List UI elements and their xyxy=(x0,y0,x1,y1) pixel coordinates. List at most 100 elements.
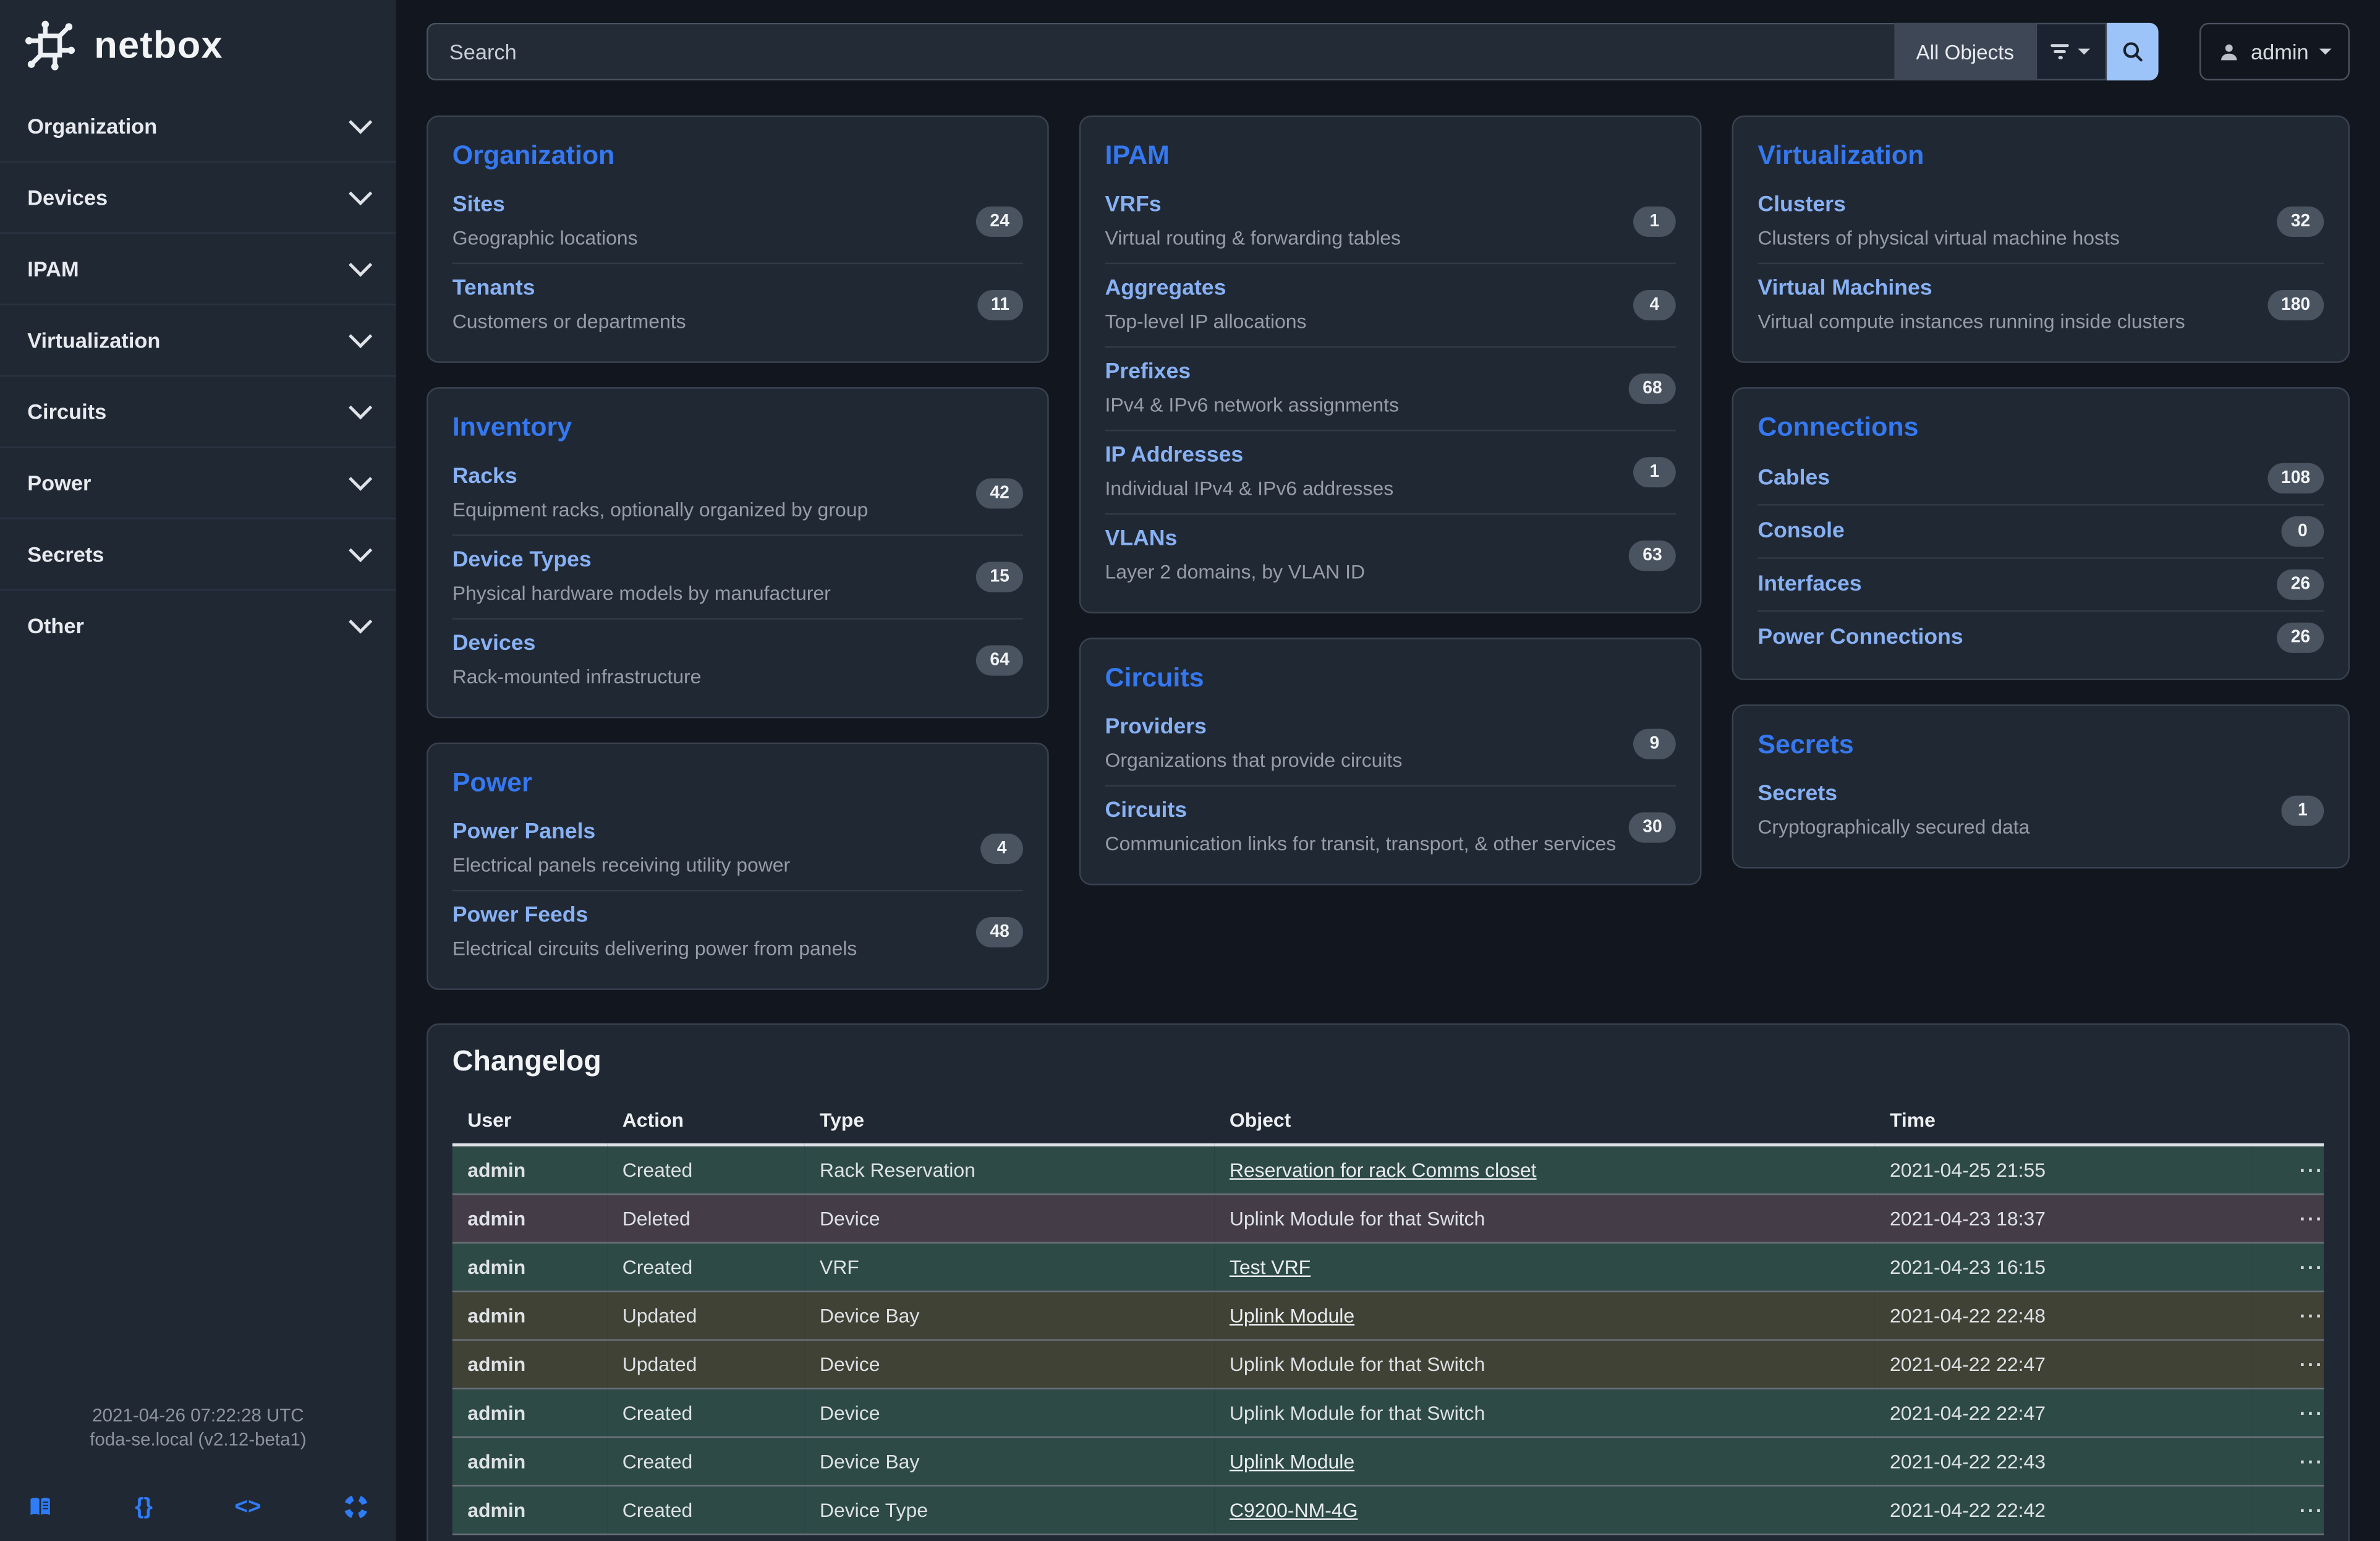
virtual-machines-link[interactable]: Virtual Machines xyxy=(1757,275,1932,304)
row-time: 2021-04-25 21:55 xyxy=(1874,1145,2251,1194)
card-item-device-types: Device Types Physical hardware models by… xyxy=(453,534,1023,618)
vrfs-link[interactable]: VRFs xyxy=(1105,191,1162,220)
power-connections-link[interactable]: Power Connections xyxy=(1757,623,1963,652)
row-menu-button[interactable]: ··· xyxy=(2300,1257,2324,1277)
aggregates-link[interactable]: Aggregates xyxy=(1105,275,1226,304)
count-badge: 180 xyxy=(2267,289,2324,320)
sidebar-item-power[interactable]: Power xyxy=(0,446,396,518)
prefixes-link[interactable]: Prefixes xyxy=(1105,358,1191,387)
item-description: Top-level IP allocations xyxy=(1105,308,1633,334)
object-link[interactable]: Test VRF xyxy=(1230,1256,1311,1279)
sidebar-item-ipam[interactable]: IPAM xyxy=(0,233,396,304)
count-badge: 4 xyxy=(1633,289,1676,320)
docs-book-icon[interactable] xyxy=(27,1494,53,1520)
card-item-vlans: VLANs Layer 2 domains, by VLAN ID 63 xyxy=(1105,513,1676,597)
help-lifering-icon[interactable] xyxy=(343,1494,369,1520)
count-badge: 9 xyxy=(1633,728,1676,758)
search-icon xyxy=(2120,40,2144,64)
changelog-panel: Changelog User Action Type Object Time xyxy=(427,1023,2350,1541)
object-link[interactable]: Uplink Module xyxy=(1230,1450,1354,1473)
row-time: 2021-04-22 22:47 xyxy=(1874,1340,2251,1389)
clusters-link[interactable]: Clusters xyxy=(1757,191,1845,220)
sidebar-item-secrets[interactable]: Secrets xyxy=(0,518,396,589)
item-description: Electrical circuits delivering power fro… xyxy=(453,936,977,962)
console-connections-link[interactable]: Console xyxy=(1757,517,1844,546)
ip-addresses-link[interactable]: IP Addresses xyxy=(1105,442,1244,471)
dashboard-cards: Organization Sites Geographic locations … xyxy=(396,80,2380,990)
sidebar-item-organization[interactable]: Organization xyxy=(0,91,396,161)
object-link[interactable]: Uplink Module xyxy=(1230,1304,1354,1327)
card-item-ip-addresses: IP Addresses Individual IPv4 & IPv6 addr… xyxy=(1105,430,1676,513)
card-title: Inventory xyxy=(453,410,1023,443)
vlans-link[interactable]: VLANs xyxy=(1105,526,1178,555)
racks-link[interactable]: Racks xyxy=(453,463,517,492)
col-time: Time xyxy=(1874,1098,2251,1145)
circuits-link[interactable]: Circuits xyxy=(1105,797,1188,826)
sidebar-item-other[interactable]: Other xyxy=(0,589,396,660)
card-virtualization: Virtualization Clusters Clusters of phys… xyxy=(1732,116,2350,363)
row-user: admin xyxy=(453,1145,607,1194)
netbox-dashboard: netbox Organization Devices IPAM Virtual… xyxy=(0,0,2380,1541)
sidebar-item-devices[interactable]: Devices xyxy=(0,161,396,232)
device-types-link[interactable]: Device Types xyxy=(453,547,592,576)
search-submit-button[interactable] xyxy=(2107,23,2158,80)
sidebar-item-label: Secrets xyxy=(27,542,104,566)
row-menu-button[interactable]: ··· xyxy=(2300,1500,2324,1520)
row-menu-button[interactable]: ··· xyxy=(2300,1160,2324,1180)
count-badge: 30 xyxy=(1629,811,1676,842)
power-panels-link[interactable]: Power Panels xyxy=(453,818,596,847)
user-icon xyxy=(2217,40,2240,63)
sidebar-item-label: Organization xyxy=(27,114,157,138)
filter-dropdown-button[interactable] xyxy=(2035,23,2106,80)
cards-column-2: IPAM VRFs Virtual routing & forwarding t… xyxy=(1079,116,1702,990)
card-item-providers: Providers Organizations that provide cir… xyxy=(1105,703,1676,785)
row-action: Created xyxy=(607,1486,804,1535)
item-description: Individual IPv4 & IPv6 addresses xyxy=(1105,476,1633,502)
sidebar-item-virtualization[interactable]: Virtualization xyxy=(0,304,396,375)
chevron-down-icon xyxy=(349,396,372,419)
row-time: 2021-04-22 22:42 xyxy=(1874,1486,2251,1535)
search-input[interactable] xyxy=(427,23,1895,80)
card-item-devices: Devices Rack-mounted infrastructure 64 xyxy=(453,618,1023,701)
secrets-link[interactable]: Secrets xyxy=(1757,780,1837,809)
count-badge: 32 xyxy=(2277,206,2324,236)
card-title: Organization xyxy=(453,138,1023,171)
cables-link[interactable]: Cables xyxy=(1757,464,1830,493)
devices-link[interactable]: Devices xyxy=(453,630,536,659)
row-menu-button[interactable]: ··· xyxy=(2300,1354,2324,1374)
providers-link[interactable]: Providers xyxy=(1105,714,1207,743)
item-description: Customers or departments xyxy=(453,308,977,334)
card-item-cables: Cables 108 xyxy=(1757,453,2324,504)
cards-column-1: Organization Sites Geographic locations … xyxy=(427,116,1049,990)
sidebar: netbox Organization Devices IPAM Virtual… xyxy=(0,0,396,1541)
row-menu-button[interactable]: ··· xyxy=(2300,1451,2324,1471)
user-menu-button[interactable]: admin xyxy=(2199,23,2350,80)
count-badge: 63 xyxy=(1629,540,1676,570)
row-action: Updated xyxy=(607,1340,804,1389)
sidebar-nav: Organization Devices IPAM Virtualization… xyxy=(0,91,396,660)
count-badge: 48 xyxy=(976,916,1023,947)
item-description: Layer 2 domains, by VLAN ID xyxy=(1105,559,1630,585)
col-type: Type xyxy=(804,1098,1214,1145)
object-link[interactable]: C9200-NM-4G xyxy=(1230,1498,1358,1521)
sites-link[interactable]: Sites xyxy=(453,191,505,220)
api-braces-icon[interactable]: {} xyxy=(135,1494,153,1520)
brand-home-link[interactable]: netbox xyxy=(0,0,396,91)
interfaces-link[interactable]: Interfaces xyxy=(1757,570,1861,599)
row-menu-button[interactable]: ··· xyxy=(2300,1208,2324,1228)
search-scope-selector[interactable]: All Objects xyxy=(1895,23,2035,80)
row-action: Created xyxy=(607,1388,804,1437)
tenants-link[interactable]: Tenants xyxy=(453,275,535,304)
sidebar-item-circuits[interactable]: Circuits xyxy=(0,375,396,446)
power-feeds-link[interactable]: Power Feeds xyxy=(453,902,589,931)
count-badge: 1 xyxy=(1633,206,1676,236)
row-menu-button[interactable]: ··· xyxy=(2300,1306,2324,1326)
row-menu-button[interactable]: ··· xyxy=(2300,1403,2324,1423)
changelog-row: admin Created Device Bay Uplink Module 2… xyxy=(453,1437,2324,1486)
server-time: 2021-04-26 07:22:28 UTC xyxy=(0,1403,396,1427)
code-icon[interactable]: <> xyxy=(234,1494,261,1520)
changelog-title: Changelog xyxy=(453,1046,2324,1080)
card-item-console: Console 0 xyxy=(1757,504,2324,557)
object-link[interactable]: Reservation for rack Comms closet xyxy=(1230,1158,1537,1181)
changelog-row: admin Created Device Uplink Module for t… xyxy=(453,1388,2324,1437)
